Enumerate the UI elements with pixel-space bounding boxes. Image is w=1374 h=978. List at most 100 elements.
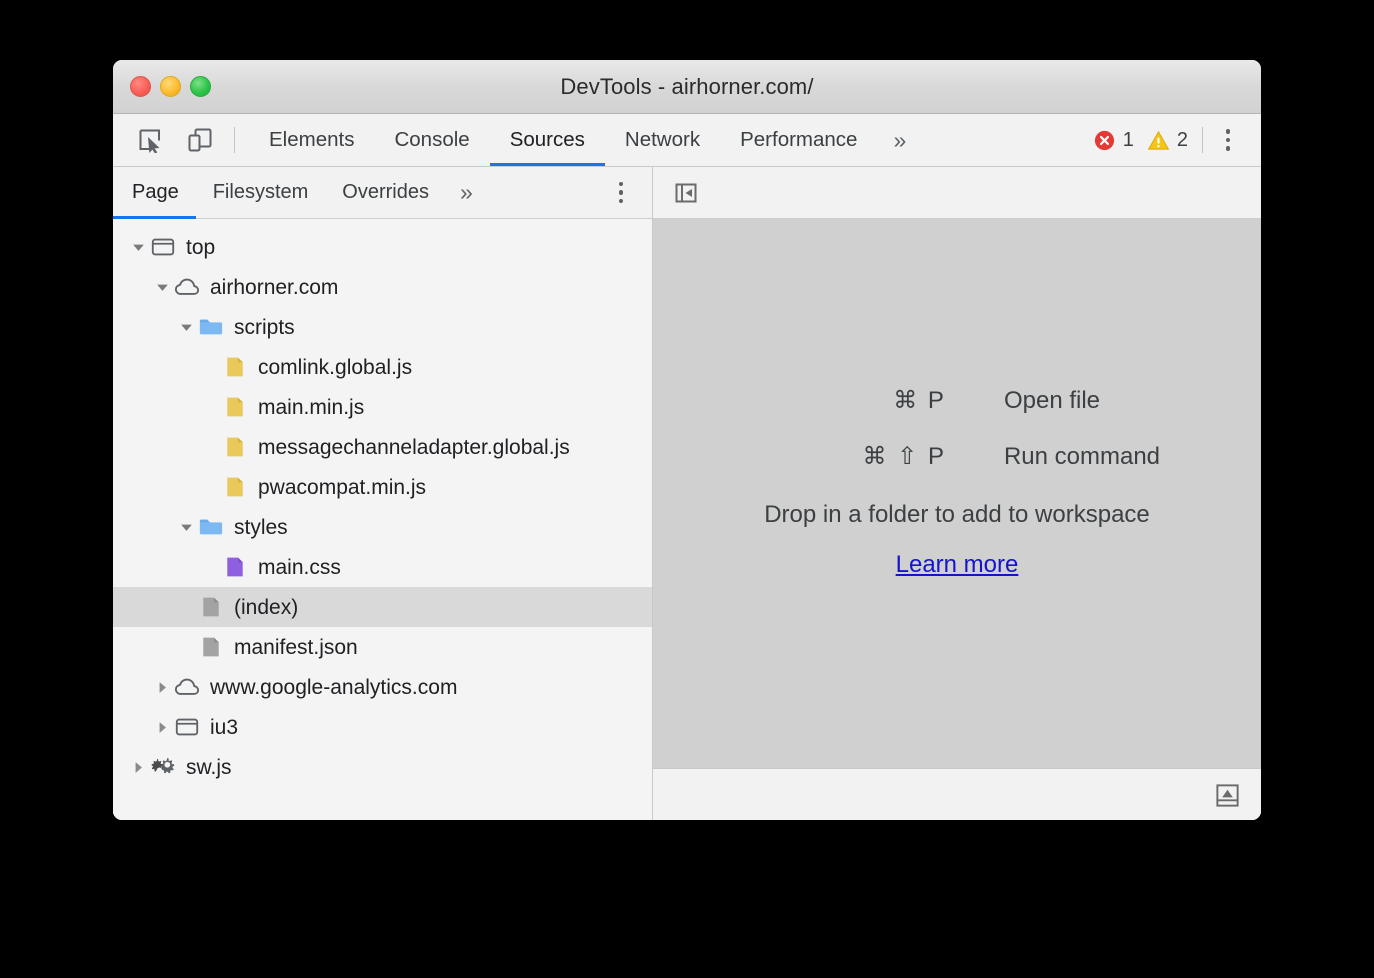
shortcut-open-file-label: Open file xyxy=(1004,387,1100,415)
cloud-icon xyxy=(174,274,200,300)
tree-item-pwacompat-min-js[interactable]: pwacompat.min.js xyxy=(113,467,652,507)
nav-tab-filesystem[interactable]: Filesystem xyxy=(196,167,326,218)
tab-sources[interactable]: Sources xyxy=(490,114,605,166)
chevron-double-right-icon: » xyxy=(893,127,906,154)
navigator-menu-button[interactable] xyxy=(602,174,640,212)
chevron-right-icon[interactable] xyxy=(127,760,149,775)
shortcut-run-command: ⌘ ⇧ P Run command xyxy=(754,429,1160,485)
device-toolbar-button[interactable] xyxy=(182,122,218,158)
folder-icon-wrap xyxy=(197,314,225,340)
tree-item-manifest-json[interactable]: manifest.json xyxy=(113,627,652,667)
chevron-down-icon[interactable] xyxy=(127,240,149,255)
show-drawer-icon xyxy=(1214,782,1241,809)
learn-more-link[interactable]: Learn more xyxy=(896,551,1019,579)
tree-item-top[interactable]: top xyxy=(113,227,652,267)
workspace-drop-hint: Drop in a folder to add to workspace xyxy=(764,501,1150,529)
tree-item-label: scripts xyxy=(234,317,295,338)
document-icon-wrap xyxy=(197,634,225,660)
inspect-element-button[interactable] xyxy=(132,122,168,158)
chevron-right-icon[interactable] xyxy=(151,680,173,695)
js-file-icon xyxy=(223,434,247,460)
tab-elements[interactable]: Elements xyxy=(249,114,374,166)
js-file-icon-wrap xyxy=(221,354,249,380)
collapse-sidebar-button[interactable] xyxy=(668,175,704,211)
tree-item-comlink-global-js[interactable]: comlink.global.js xyxy=(113,347,652,387)
tree-item-label: styles xyxy=(234,517,288,538)
frame-icon-wrap xyxy=(149,234,177,260)
tree-item-sw-js[interactable]: sw.js xyxy=(113,747,652,787)
cloud-icon xyxy=(174,674,200,700)
close-button[interactable] xyxy=(130,76,151,97)
nav-tab-filesystem-label: Filesystem xyxy=(213,181,309,204)
chevron-down-icon[interactable] xyxy=(151,280,173,295)
issues-summary[interactable]: 1 2 xyxy=(1093,129,1202,152)
document-icon xyxy=(199,634,223,660)
cloud-icon-wrap xyxy=(173,274,201,300)
show-drawer-button[interactable] xyxy=(1210,778,1244,812)
chevron-down-icon[interactable] xyxy=(175,520,197,535)
shortcut-open-file: ⌘ P Open file xyxy=(754,373,1160,429)
nav-tab-page[interactable]: Page xyxy=(113,167,196,218)
tab-performance[interactable]: Performance xyxy=(720,114,877,166)
minimize-button[interactable] xyxy=(160,76,181,97)
tree-item-label: messagechanneladapter.global.js xyxy=(258,437,570,458)
toolbar-right-group: 1 2 xyxy=(1093,114,1261,166)
tab-elements-label: Elements xyxy=(269,128,354,152)
tree-item-index[interactable]: (index) xyxy=(113,587,652,627)
error-icon xyxy=(1093,129,1116,152)
tree-item-label: pwacompat.min.js xyxy=(258,477,426,498)
navigator-menu-wrap xyxy=(602,167,652,218)
navigator-tab-list: Page Filesystem Overrides » xyxy=(113,167,652,219)
page-file-tree[interactable]: top airhorner.com scripts comlink.global.js… xyxy=(113,219,652,820)
frame-icon xyxy=(174,714,200,740)
tree-item-label: top xyxy=(186,237,215,258)
tree-item-main-css[interactable]: main.css xyxy=(113,547,652,587)
more-panels-button[interactable]: » xyxy=(877,114,922,166)
tab-console[interactable]: Console xyxy=(374,114,489,166)
tree-item-main-min-js[interactable]: main.min.js xyxy=(113,387,652,427)
folder-icon-wrap xyxy=(197,514,225,540)
document-icon xyxy=(199,594,223,620)
sources-editor-pane: ⌘ P Open file ⌘ ⇧ P Run command Drop in … xyxy=(653,167,1261,820)
collapse-sidebar-icon xyxy=(673,180,699,206)
sources-navigator-pane: Page Filesystem Overrides » topairhorner xyxy=(113,167,653,820)
cloud-icon-wrap xyxy=(173,674,201,700)
tab-performance-label: Performance xyxy=(740,128,857,152)
chevron-right-icon[interactable] xyxy=(151,720,173,735)
folder-icon xyxy=(198,314,224,340)
chevron-down-icon[interactable] xyxy=(175,320,197,335)
tab-sources-label: Sources xyxy=(510,128,585,152)
folder-icon xyxy=(198,514,224,540)
service-worker-icon xyxy=(150,754,176,780)
toolbar-divider xyxy=(234,127,235,153)
tree-item-airhorner-com[interactable]: airhorner.com xyxy=(113,267,652,307)
js-file-icon xyxy=(223,474,247,500)
error-count: 1 xyxy=(1123,129,1134,152)
tab-network[interactable]: Network xyxy=(605,114,720,166)
nav-tab-overrides[interactable]: Overrides xyxy=(325,167,446,218)
editor-tabbar xyxy=(653,167,1261,219)
tree-item-label: sw.js xyxy=(186,757,232,778)
devtools-main-menu-button[interactable] xyxy=(1209,121,1247,159)
toolbar-icon-group xyxy=(113,114,218,166)
js-file-icon xyxy=(223,354,247,380)
tree-item-label: main.min.js xyxy=(258,397,364,418)
window-titlebar: DevTools - airhorner.com/ xyxy=(113,60,1261,114)
service-worker-icon-wrap xyxy=(149,754,177,780)
devtools-window: DevTools - airhorner.com/ Element xyxy=(113,60,1261,820)
toolbar-right-divider xyxy=(1202,127,1203,153)
tree-item-label: (index) xyxy=(234,597,298,618)
tree-item-styles[interactable]: styles xyxy=(113,507,652,547)
tree-item-label: comlink.global.js xyxy=(258,357,412,378)
editor-empty-state: ⌘ P Open file ⌘ ⇧ P Run command Drop in … xyxy=(653,219,1261,768)
tab-network-label: Network xyxy=(625,128,700,152)
tree-item-scripts[interactable]: scripts xyxy=(113,307,652,347)
panel-tab-list: Elements Console Sources Network Perform… xyxy=(249,114,922,166)
tree-item-iu3[interactable]: iu3 xyxy=(113,707,652,747)
tree-item-label: main.css xyxy=(258,557,341,578)
tree-item-www-google-analytics-com[interactable]: www.google-analytics.com xyxy=(113,667,652,707)
nav-tab-overrides-label: Overrides xyxy=(342,181,429,204)
tree-item-messagechanneladapter-global-js[interactable]: messagechanneladapter.global.js xyxy=(113,427,652,467)
zoom-button[interactable] xyxy=(190,76,211,97)
more-navigator-tabs-button[interactable]: » xyxy=(446,167,487,218)
